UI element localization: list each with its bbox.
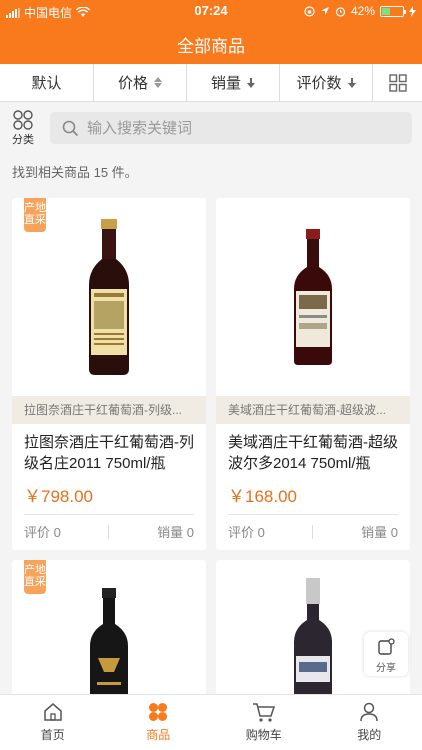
grid-toggle-button[interactable] bbox=[373, 64, 422, 101]
product-name: 拉图奈酒庄干红葡萄酒-列级名庄2011 750ml/瓶 bbox=[24, 434, 194, 472]
category-icon bbox=[13, 110, 33, 130]
product-card[interactable] bbox=[216, 560, 410, 700]
product-card[interactable]: 产地直采 bbox=[12, 560, 206, 700]
share-icon bbox=[378, 638, 395, 655]
product-card[interactable]: 美域酒庄干红葡萄酒-超级波... 美域酒庄干红葡萄酒-超级波尔多2014 750… bbox=[216, 198, 410, 550]
sort-default[interactable]: 默认 bbox=[0, 64, 94, 101]
sort-sales-label: 销量 bbox=[210, 75, 241, 92]
tab-cart-label: 购物车 bbox=[245, 728, 282, 742]
tab-me-label: 我的 bbox=[357, 728, 382, 742]
product-card[interactable]: 产地直采 拉图奈酒庄干红葡萄酒-列级... 拉图奈酒庄干红葡萄酒-列级名庄201… bbox=[12, 198, 206, 550]
cart-icon bbox=[252, 703, 275, 722]
battery-icon bbox=[380, 5, 406, 17]
origin-tag: 产地直采 bbox=[24, 560, 46, 594]
product-rating: 评价 0 bbox=[228, 525, 265, 540]
search-input[interactable] bbox=[87, 119, 387, 137]
tab-me[interactable]: 我的 bbox=[317, 695, 422, 750]
location-icon bbox=[320, 7, 329, 15]
status-bar: 中国电信 07:24 42% bbox=[0, 0, 422, 22]
share-label: 分享 bbox=[376, 663, 396, 674]
share-button[interactable]: 分享 bbox=[364, 632, 408, 676]
result-count: 找到相关商品 15 件。 bbox=[12, 165, 138, 180]
origin-tag: 产地直采 bbox=[24, 198, 46, 232]
product-sales: 销量 0 bbox=[157, 525, 194, 540]
sort-sales[interactable]: 销量 bbox=[187, 64, 280, 101]
product-price: ￥168.00 bbox=[228, 487, 297, 506]
bottom-tab-bar: 首页 商品 购物车 我的 bbox=[0, 694, 422, 750]
page-title: 全部商品 bbox=[177, 37, 245, 56]
sort-price-label: 价格 bbox=[117, 75, 148, 92]
tab-home[interactable]: 首页 bbox=[0, 695, 106, 750]
product-strip-name: 拉图奈酒庄干红葡萄酒-列级... bbox=[12, 396, 206, 424]
category-label: 分类 bbox=[12, 134, 34, 146]
tab-products[interactable]: 商品 bbox=[106, 695, 212, 750]
product-rating: 评价 0 bbox=[24, 525, 61, 540]
sort-bar: 默认 价格 销量 评价数 bbox=[0, 64, 422, 102]
product-meta: 评价 0 销量 0 bbox=[228, 514, 398, 548]
sort-rating[interactable]: 评价数 bbox=[280, 64, 373, 101]
sort-default-label: 默认 bbox=[31, 75, 62, 92]
sort-price[interactable]: 价格 bbox=[94, 64, 187, 101]
product-name: 美域酒庄干红葡萄酒-超级波尔多2014 750ml/瓶 bbox=[228, 434, 398, 472]
search-row: 分类 bbox=[0, 103, 422, 149]
divider bbox=[312, 525, 313, 539]
battery-percent: 42% bbox=[350, 4, 375, 18]
product-price: ￥798.00 bbox=[24, 487, 93, 506]
product-image bbox=[216, 198, 410, 396]
sort-down-arrow-icon bbox=[347, 77, 356, 88]
product-meta: 评价 0 销量 0 bbox=[24, 514, 194, 548]
product-strip-name: 美域酒庄干红葡萄酒-超级波... bbox=[216, 396, 410, 424]
sort-rating-label: 评价数 bbox=[296, 75, 342, 92]
divider bbox=[108, 525, 109, 539]
tab-home-label: 首页 bbox=[40, 728, 65, 742]
rotation-lock-icon bbox=[304, 5, 315, 17]
home-icon bbox=[44, 703, 62, 721]
sort-updown-icon bbox=[154, 77, 162, 88]
tab-cart[interactable]: 购物车 bbox=[211, 695, 317, 750]
products-icon bbox=[149, 703, 168, 721]
sort-down-arrow-icon bbox=[247, 77, 255, 88]
grid-icon bbox=[388, 73, 407, 92]
app-header: 中国电信 07:24 42% 全部商品 bbox=[0, 0, 422, 64]
search-box[interactable] bbox=[50, 112, 412, 144]
category-button[interactable]: 分类 bbox=[8, 109, 38, 147]
user-icon bbox=[360, 702, 378, 722]
product-sales: 销量 0 bbox=[361, 525, 398, 540]
product-image bbox=[216, 560, 410, 700]
tab-products-label: 商品 bbox=[146, 728, 171, 742]
search-icon bbox=[62, 120, 79, 136]
alarm-icon bbox=[335, 6, 346, 17]
charging-icon bbox=[409, 5, 416, 17]
